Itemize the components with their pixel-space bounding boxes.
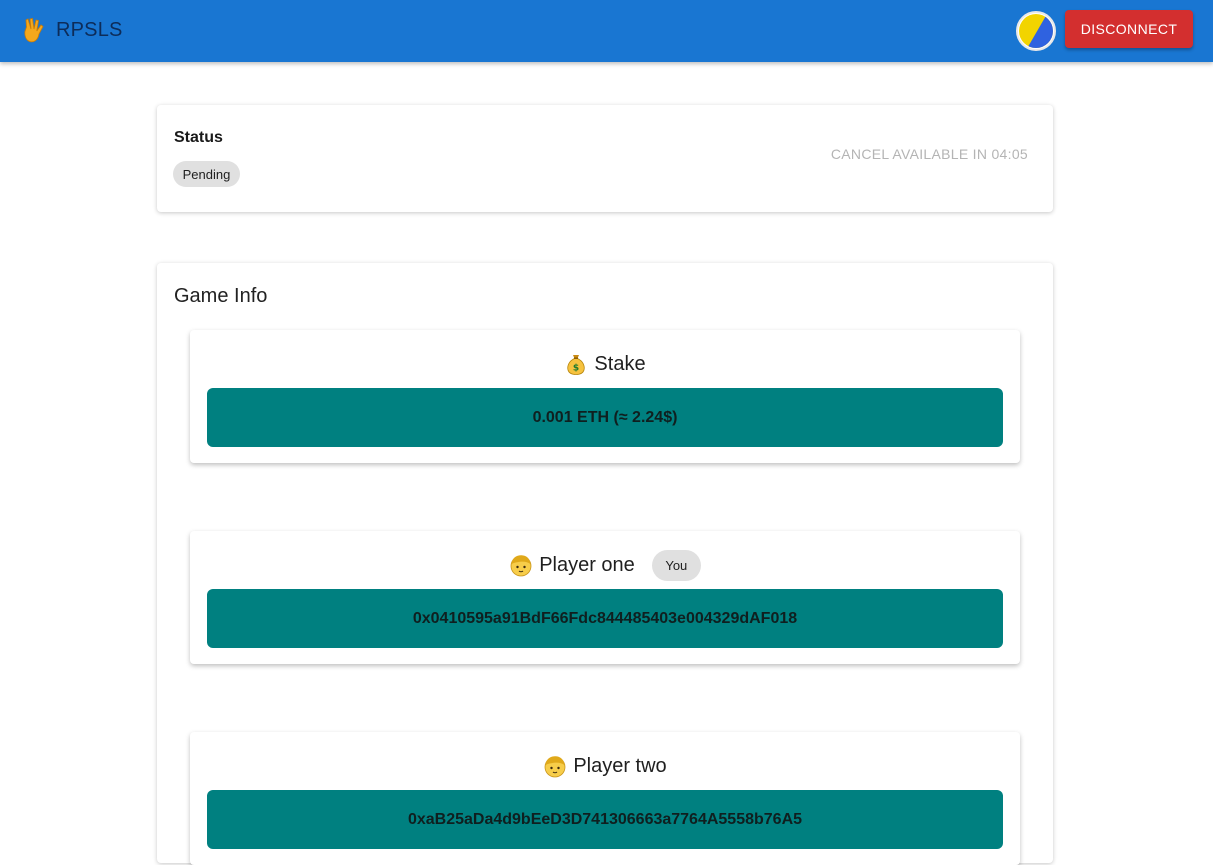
app-title: RPSLS: [56, 18, 123, 41]
status-badge: Pending: [173, 161, 240, 187]
money-bag-icon: $: [567, 355, 586, 375]
you-badge: You: [651, 549, 701, 581]
player-one-card: Player one You 0x0410595a91BdF66Fdc84448…: [190, 531, 1020, 664]
cancel-countdown-button[interactable]: CANCEL AVAILABLE IN 04:05: [831, 146, 1028, 162]
stake-header: $ Stake: [190, 349, 1020, 379]
app-bar: RPSLS DISCONNECT: [0, 0, 1213, 62]
person-face-icon: [544, 756, 566, 778]
game-info-card: Game Info $ Stake 0.001 ETH (≈ 2.24$) Pl…: [157, 263, 1053, 865]
player-one-address: 0x0410595a91BdF66Fdc844485403e004329dAF0…: [207, 589, 1003, 648]
player-two-label: Player two: [573, 754, 667, 777]
player-one-label: Player one: [539, 553, 635, 576]
disconnect-button[interactable]: DISCONNECT: [1065, 10, 1193, 48]
svg-text:$: $: [573, 364, 579, 374]
vulcan-salute-hand-icon: [24, 18, 44, 43]
status-card: Status Pending CANCEL AVAILABLE IN 04:05: [157, 105, 1053, 212]
player-one-header: Player one You: [190, 549, 1020, 581]
game-info-title: Game Info: [174, 285, 268, 307]
stake-value: 0.001 ETH (≈ 2.24$): [207, 388, 1003, 447]
stake-card: $ Stake 0.001 ETH (≈ 2.24$): [190, 330, 1020, 463]
status-label: Status: [174, 129, 223, 146]
wallet-avatar[interactable]: [1015, 10, 1057, 52]
player-two-header: Player two: [190, 751, 1020, 781]
player-two-card: Player two 0xaB25aDa4d9bEeD3D741306663a7…: [190, 732, 1020, 865]
player-two-address: 0xaB25aDa4d9bEeD3D741306663a7764A5558b76…: [207, 790, 1003, 849]
wallet-avatar-icon: [1016, 11, 1056, 51]
brand[interactable]: RPSLS: [20, 14, 123, 46]
person-face-icon: [510, 555, 532, 577]
stake-label: Stake: [594, 352, 646, 375]
